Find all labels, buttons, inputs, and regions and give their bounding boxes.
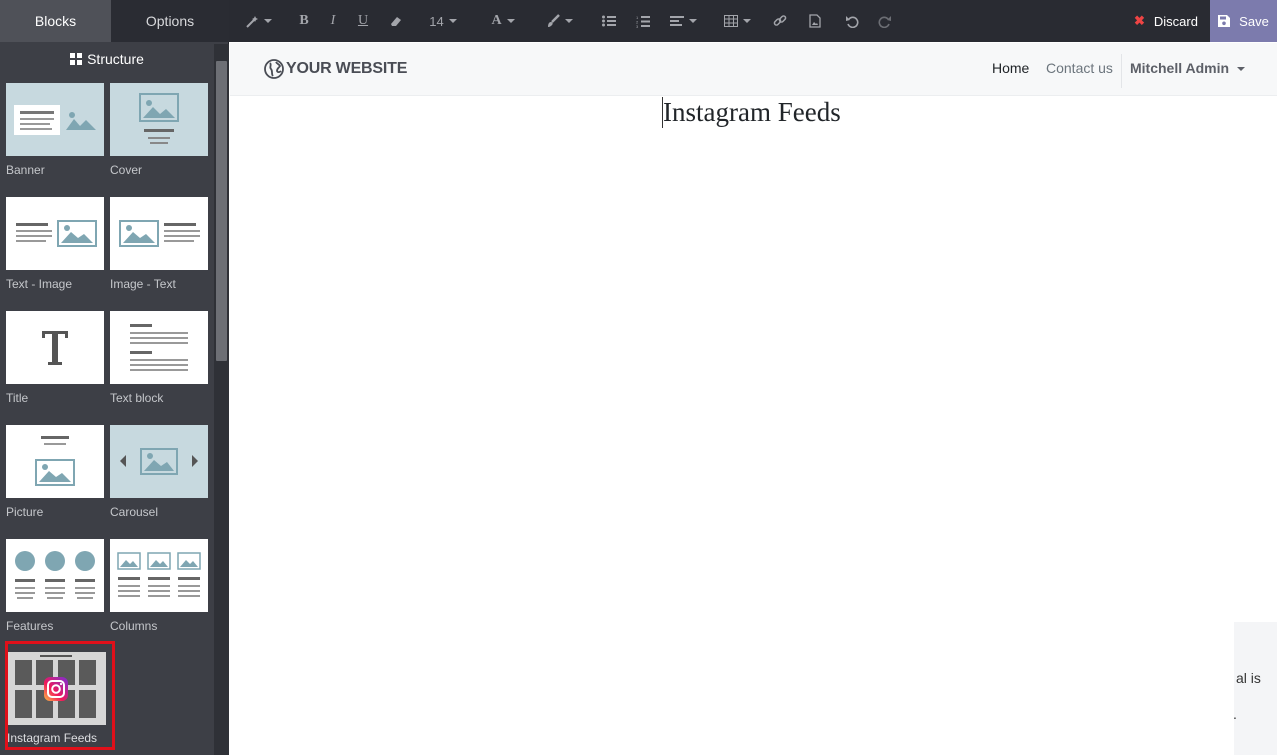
website-logo[interactable]: YOUR WEBSITE <box>264 58 407 80</box>
align-left-icon <box>669 16 684 26</box>
floppy-icon <box>1218 15 1231 27</box>
numbered-list-button[interactable]: 123 <box>633 0 653 42</box>
bold-icon: B <box>299 13 309 28</box>
page-title[interactable]: Instagram Feeds <box>662 97 841 128</box>
snippet-image-text[interactable]: Image - Text <box>110 197 208 291</box>
columns-thumbnail <box>110 539 208 612</box>
list-ol-icon: 123 <box>636 15 650 28</box>
chevron-down-icon <box>688 19 697 23</box>
cover-thumbnail <box>110 83 208 156</box>
bold-button[interactable]: B <box>295 0 313 42</box>
picture-thumbnail <box>6 425 104 498</box>
user-menu[interactable]: Mitchell Admin <box>1130 60 1246 76</box>
image-text-thumbnail <box>110 197 208 270</box>
table-icon <box>723 15 738 27</box>
chevron-down-icon <box>564 19 573 23</box>
structure-heading: Structure <box>0 42 214 76</box>
underline-icon: U <box>357 13 369 28</box>
eraser-icon <box>391 17 401 26</box>
sidebar-scrollbar-thumb[interactable] <box>216 61 227 361</box>
carousel-thumbnail <box>110 425 208 498</box>
snippet-label: Picture <box>6 505 44 519</box>
chevron-down-icon <box>506 19 515 23</box>
italic-button[interactable]: I <box>325 0 341 42</box>
chevron-down-icon <box>742 19 751 23</box>
snippet-label: Cover <box>110 163 143 177</box>
snippet-label: Text - Image <box>6 277 73 291</box>
title-thumbnail <box>6 311 104 384</box>
italic-icon: I <box>330 13 336 28</box>
font-color-icon: A <box>491 13 502 28</box>
redo-button[interactable] <box>874 0 894 42</box>
nav-divider <box>1121 54 1122 88</box>
chevron-down-icon <box>264 19 272 23</box>
chevron-down-icon <box>448 19 457 23</box>
link-icon <box>773 15 787 26</box>
structure-heading-label: Structure <box>87 51 144 67</box>
nav-contact-link[interactable]: Contact us <box>1046 60 1113 76</box>
table-dropdown[interactable] <box>720 0 754 42</box>
th-large-icon <box>70 53 83 65</box>
globe-icon <box>264 59 284 79</box>
snippet-label: Title <box>6 391 29 405</box>
bullet-list-button[interactable] <box>599 0 619 42</box>
snippet-label: Features <box>6 619 54 633</box>
snippet-banner[interactable]: Banner <box>6 83 104 177</box>
font-size-value: 14 <box>429 13 444 29</box>
magic-wand-icon <box>246 15 258 28</box>
snippet-label: Image - Text <box>110 277 176 291</box>
tab-options[interactable]: Options <box>111 0 229 42</box>
snippet-label: Banner <box>6 163 45 177</box>
align-dropdown[interactable] <box>666 0 700 42</box>
snippet-cover[interactable]: Cover <box>110 83 208 177</box>
logo-text: YOUR WEBSITE <box>286 60 408 77</box>
snippet-label: Carousel <box>110 505 159 519</box>
banner-thumbnail <box>6 83 104 156</box>
notification-card <box>1234 622 1277 755</box>
sidebar-tabs: Blocks Options <box>0 0 229 42</box>
eraser-button[interactable] <box>386 0 406 42</box>
background-color-dropdown[interactable] <box>541 0 577 42</box>
magic-wand-dropdown[interactable] <box>243 0 275 42</box>
notification-card-text: al is <box>1236 670 1261 686</box>
selection-highlight <box>5 641 115 750</box>
paint-brush-icon <box>547 14 560 27</box>
nav-home-link[interactable]: Home <box>992 60 1029 76</box>
link-button[interactable] <box>770 0 790 42</box>
font-size-dropdown[interactable]: 14 <box>423 0 463 42</box>
snippet-features[interactable]: Features <box>6 539 104 633</box>
user-name: Mitchell Admin <box>1130 60 1230 76</box>
snippet-title[interactable]: Title <box>6 311 104 405</box>
notification-card-text: . <box>1233 706 1237 722</box>
text-block-thumbnail <box>110 311 208 384</box>
tab-blocks[interactable]: Blocks <box>0 0 111 42</box>
file-image-icon <box>809 14 821 28</box>
redo-icon <box>878 15 891 28</box>
undo-button[interactable] <box>842 0 862 42</box>
insert-image-button[interactable] <box>805 0 825 42</box>
save-button[interactable]: Save <box>1210 0 1277 42</box>
snippet-text-block[interactable]: Text block <box>110 311 208 405</box>
undo-icon <box>845 15 858 28</box>
save-label: Save <box>1239 13 1269 29</box>
discard-button[interactable]: ✖ Discard <box>1122 0 1210 42</box>
text-color-dropdown[interactable]: A <box>485 0 521 42</box>
underline-button[interactable]: U <box>354 0 372 42</box>
chevron-down-icon <box>1237 67 1246 72</box>
features-thumbnail <box>6 539 104 612</box>
snippet-columns[interactable]: Columns <box>110 539 208 633</box>
text-image-thumbnail <box>6 197 104 270</box>
snippet-label: Text block <box>110 391 164 405</box>
list-ul-icon <box>602 15 616 27</box>
svg-text:3: 3 <box>636 24 639 28</box>
snippet-text-image[interactable]: Text - Image <box>6 197 104 291</box>
close-icon: ✖ <box>1134 13 1145 28</box>
discard-label: Discard <box>1153 13 1198 29</box>
snippet-picture[interactable]: Picture <box>6 425 104 519</box>
snippet-label: Columns <box>110 619 158 633</box>
snippet-carousel[interactable]: Carousel <box>110 425 208 519</box>
